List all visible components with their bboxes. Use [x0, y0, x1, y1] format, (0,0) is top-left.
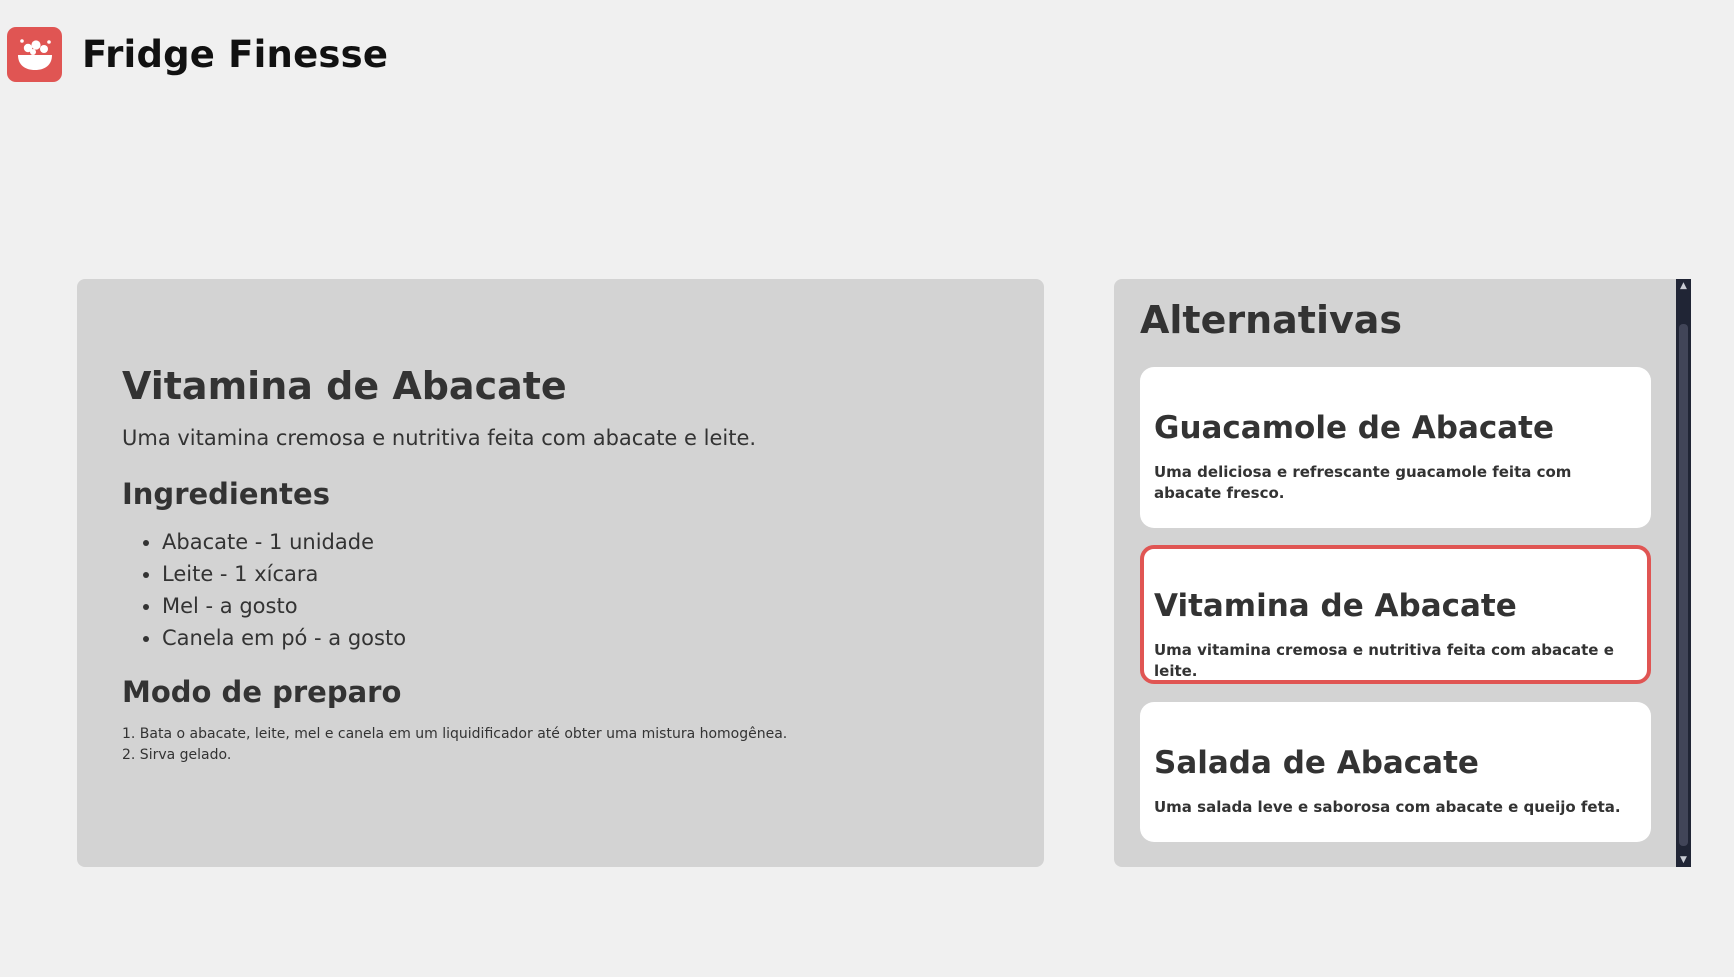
chevron-up-icon[interactable]: ▲: [1676, 279, 1691, 293]
alternative-card-description: Uma vitamina cremosa e nutritiva feita c…: [1154, 641, 1614, 680]
alternative-card-title: Salada de Abacate: [1154, 745, 1479, 781]
alternative-card-description: Uma deliciosa e refrescante guacamole fe…: [1154, 463, 1572, 502]
method-steps: 1. Bata o abacate, leite, mel e canela e…: [122, 724, 999, 766]
alternative-card-guacamole[interactable]: Guacamole de Abacate Uma deliciosa e ref…: [1140, 367, 1651, 528]
alternatives-panel: Alternativas Guacamole de Abacate Uma de…: [1114, 279, 1690, 867]
alternatives-heading: Alternativas: [1140, 298, 1403, 342]
scrollbar-thumb[interactable]: [1679, 324, 1688, 846]
method-step: 2. Sirva gelado.: [122, 747, 232, 763]
ingredient-item: Mel - a gosto: [162, 590, 999, 622]
ingredient-item: Abacate - 1 unidade: [162, 526, 999, 558]
chevron-down-icon[interactable]: ▼: [1676, 853, 1691, 867]
ingredients-heading: Ingredientes: [122, 477, 330, 511]
alternative-card-description: Uma salada leve e saborosa com abacate e…: [1154, 798, 1621, 816]
alternative-card-vitamina-selected[interactable]: Vitamina de Abacate Uma vitamina cremosa…: [1140, 545, 1651, 684]
app-title: Fridge Finesse: [82, 33, 389, 76]
bowl-icon[interactable]: [7, 27, 62, 82]
alternative-card-title: Guacamole de Abacate: [1154, 410, 1555, 446]
method-step: 1. Bata o abacate, leite, mel e canela e…: [122, 726, 788, 742]
alternative-card-salada[interactable]: Salada de Abacate Uma salada leve e sabo…: [1140, 702, 1651, 842]
ingredient-item: Canela em pó - a gosto: [162, 622, 999, 654]
recipe-description: Uma vitamina cremosa e nutritiva feita c…: [122, 426, 757, 450]
app-header: Fridge Finesse: [7, 27, 388, 82]
alternatives-scrollbar[interactable]: ▲ ▼: [1676, 279, 1691, 867]
bowl-icon-graphic: [17, 38, 52, 70]
method-heading: Modo de preparo: [122, 675, 402, 709]
alternative-card-title: Vitamina de Abacate: [1154, 588, 1517, 624]
recipe-details-panel: Vitamina de Abacate Uma vitamina cremosa…: [77, 279, 1044, 867]
recipe-title: Vitamina de Abacate: [122, 364, 567, 408]
ingredient-item: Leite - 1 xícara: [162, 558, 999, 590]
ingredient-list: Abacate - 1 unidade Leite - 1 xícara Mel…: [122, 526, 999, 654]
